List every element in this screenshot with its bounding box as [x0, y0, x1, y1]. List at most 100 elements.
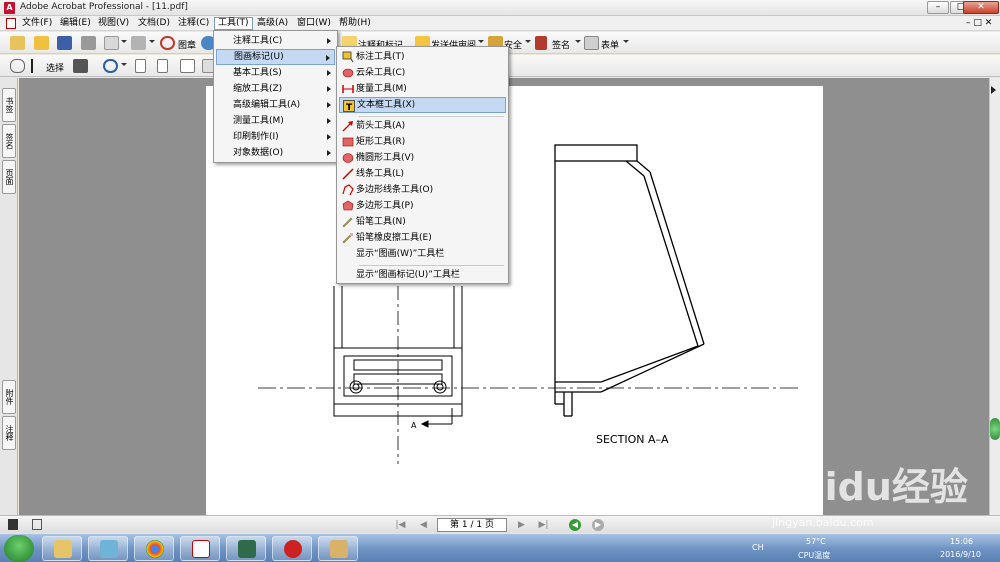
- layout-icon[interactable]: [8, 519, 18, 530]
- stamp-label[interactable]: 图章: [178, 38, 196, 51]
- select-label[interactable]: 选择: [46, 61, 64, 74]
- tab-pages[interactable]: 页面: [2, 160, 16, 194]
- save-icon[interactable]: [57, 36, 72, 50]
- taskbar-autocad[interactable]: [226, 536, 266, 561]
- menu-item-dimension-tool[interactable]: 度量工具(M): [339, 81, 506, 97]
- hand-icon[interactable]: [10, 59, 25, 73]
- watermark-brand: Baidu经验: [770, 465, 968, 509]
- menu-item-label: 注释工具(C): [233, 36, 283, 46]
- sign-label[interactable]: 签名: [552, 38, 570, 51]
- fit-page-icon[interactable]: [157, 59, 168, 73]
- first-page-button[interactable]: |◀: [395, 520, 406, 530]
- prev-page-button[interactable]: ◀: [418, 520, 429, 530]
- menu-view[interactable]: 视图(V): [95, 17, 132, 30]
- stamp-icon[interactable]: [160, 36, 175, 50]
- menu-item-pencil-tool[interactable]: 铅笔工具(N): [339, 214, 506, 230]
- forms-icon[interactable]: [584, 36, 599, 50]
- menu-help[interactable]: 帮助(H): [336, 17, 374, 30]
- select-text-icon[interactable]: [31, 59, 41, 73]
- vertical-scrollbar[interactable]: [989, 78, 1000, 515]
- create-pdf-icon[interactable]: [10, 36, 25, 50]
- menu-item-label: 铅笔工具(N): [356, 217, 406, 227]
- chevron-down-icon[interactable]: [575, 40, 581, 43]
- menu-comments[interactable]: 注释(C): [175, 17, 212, 30]
- menu-item-polyline-tool[interactable]: 多边形线条工具(O): [339, 182, 506, 198]
- submenu-arrow-icon: [327, 118, 331, 124]
- menu-item-polygon-tool[interactable]: 多边形工具(P): [339, 198, 506, 214]
- menu-item-object-data[interactable]: 对象数据(O): [216, 145, 335, 161]
- taskbar-explorer[interactable]: [42, 536, 82, 561]
- menu-item-advanced-editing[interactable]: 高级编辑工具(A): [216, 97, 335, 113]
- next-view-icon[interactable]: ▶: [592, 519, 604, 531]
- menu-advanced[interactable]: 高级(A): [254, 17, 291, 30]
- taskbar-paint[interactable]: [318, 536, 358, 561]
- chevron-down-icon[interactable]: [121, 63, 127, 66]
- menu-item-arrow-tool[interactable]: 箭头工具(A): [339, 118, 506, 134]
- clock-date[interactable]: 2016/9/10: [940, 550, 981, 559]
- actual-size-icon[interactable]: [135, 59, 146, 73]
- last-page-button[interactable]: ▶|: [538, 520, 549, 530]
- zoom-icon[interactable]: [103, 59, 118, 73]
- tab-signatures[interactable]: 签名: [2, 124, 16, 158]
- menu-edit[interactable]: 编辑(E): [57, 17, 94, 30]
- menu-item-measuring-tools[interactable]: 测量工具(M): [216, 113, 335, 129]
- menu-item-cloud-tool[interactable]: 云朵工具(C): [339, 65, 506, 81]
- tab-attachments[interactable]: 附件: [2, 380, 16, 414]
- menu-item-show-markup-toolbar[interactable]: 显示“图画标记(U)”工具栏: [339, 267, 506, 283]
- taskbar-chrome[interactable]: [134, 536, 174, 561]
- menu-item-line-tool[interactable]: 线条工具(L): [339, 166, 506, 182]
- menu-item-oval-tool[interactable]: 椭圆形工具(V): [339, 150, 506, 166]
- menu-item-drawing-markup[interactable]: 图画标记(U): [216, 49, 335, 65]
- print-icon[interactable]: [81, 36, 96, 50]
- forms-label[interactable]: 表单: [601, 38, 619, 51]
- menu-item-print-production[interactable]: 印刷制作(I): [216, 129, 335, 145]
- close-button[interactable]: ✕: [963, 1, 999, 14]
- minimize-button[interactable]: –: [927, 1, 949, 14]
- menu-item-basic-tools[interactable]: 基本工具(S): [216, 65, 335, 81]
- clock-time[interactable]: 15:06: [950, 537, 973, 546]
- fit-width-icon[interactable]: [180, 59, 195, 73]
- previous-view-icon[interactable]: ◀: [569, 519, 581, 531]
- open-folder-icon[interactable]: [34, 36, 49, 50]
- menu-item-zoom-tools[interactable]: 缩放工具(Z): [216, 81, 335, 97]
- chevron-down-icon[interactable]: [121, 40, 127, 43]
- menu-item-label: 云朵工具(C): [356, 68, 406, 78]
- menu-file[interactable]: 文件(F): [19, 17, 55, 30]
- start-button[interactable]: [4, 535, 34, 562]
- chevron-down-icon[interactable]: [623, 40, 629, 43]
- menu-window[interactable]: 窗口(W): [294, 17, 334, 30]
- menu-item-textbox-tool[interactable]: T 文本框工具(X): [339, 97, 506, 113]
- taskbar-app-2[interactable]: [88, 536, 128, 561]
- taskbar-app-6[interactable]: [272, 536, 312, 561]
- email-icon[interactable]: [104, 36, 119, 50]
- sign-pen-icon[interactable]: [535, 36, 547, 50]
- page-icon[interactable]: [32, 519, 42, 530]
- attach-icon[interactable]: [131, 36, 146, 50]
- rectangle-icon: [342, 137, 354, 147]
- chevron-right-icon[interactable]: [991, 86, 996, 94]
- chevron-down-icon[interactable]: [149, 40, 155, 43]
- textbox-icon: T: [343, 100, 355, 112]
- input-language[interactable]: CH: [752, 543, 764, 552]
- menu-item-show-drawing-toolbar[interactable]: 显示“图画(W)”工具栏: [339, 246, 506, 262]
- menu-item-rectangle-tool[interactable]: 矩形工具(R): [339, 134, 506, 150]
- cut-label: A: [411, 421, 417, 430]
- menu-document[interactable]: 文档(D): [135, 17, 173, 30]
- next-page-button[interactable]: ▶: [516, 520, 527, 530]
- page-number-field[interactable]: 第 1 / 1 页: [437, 518, 507, 532]
- taskbar-acrobat[interactable]: [180, 536, 220, 561]
- menu-tools[interactable]: 工具(T): [214, 17, 253, 30]
- chevron-down-icon[interactable]: [478, 40, 484, 43]
- submenu-arrow-icon: [327, 102, 331, 108]
- menu-item-comment-tools[interactable]: 注释工具(C): [216, 33, 335, 49]
- menu-item-label: 标注工具(T): [356, 52, 405, 62]
- menu-item-callout-tool[interactable]: 标注工具(T): [339, 49, 506, 65]
- green-indicator-icon[interactable]: [990, 418, 1000, 440]
- tab-comments[interactable]: 注释: [2, 416, 16, 450]
- menu-item-pencil-eraser-tool[interactable]: 铅笔橡皮擦工具(E): [339, 230, 506, 246]
- snapshot-icon[interactable]: [73, 59, 88, 73]
- chevron-down-icon[interactable]: [525, 40, 531, 43]
- doc-window-controls[interactable]: – □ ✕: [966, 18, 992, 28]
- folder-icon: [54, 540, 72, 558]
- tab-bookmarks[interactable]: 书签: [2, 88, 16, 122]
